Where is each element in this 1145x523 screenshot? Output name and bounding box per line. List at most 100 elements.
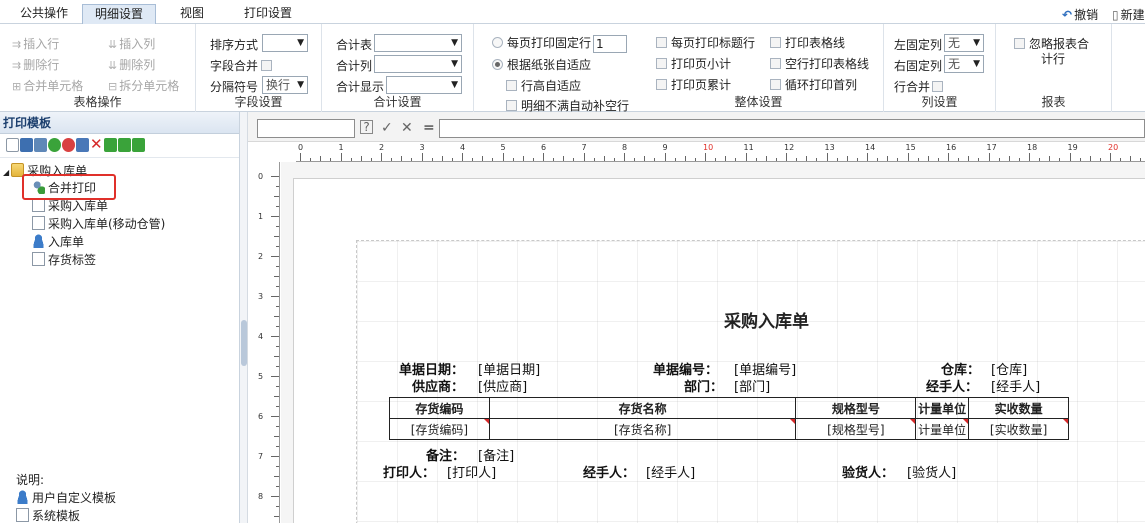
table-cell[interactable]: [实收数量] [968,418,1069,440]
apply-icon[interactable] [132,138,145,152]
detail-table: 存货编码 存货名称 规格型号 计量单位 实收数量 [存货编码] [存货名称] [… [389,397,1069,440]
table-cell[interactable]: [规格型号] [795,418,917,440]
cell-reference-input[interactable] [257,119,355,138]
ruler-mark: 2 [379,143,385,152]
legend-user-template: 用户自定义模板 [16,489,116,507]
confirm-icon[interactable]: ✓ [381,120,393,136]
ruler-mark: 17 [986,143,997,152]
header-cell[interactable]: 实收数量 [968,397,1069,419]
supplier-label[interactable]: 供应商： [412,376,464,395]
checkbox-icon [770,37,781,48]
tree-item-purchase-receipt-mobile[interactable]: 采购入库单(移动仓管) [32,215,165,233]
right-fixed-label: 右固定列 [894,59,943,73]
header-cell[interactable]: 存货编码 [389,397,490,419]
fixed-rows-radio[interactable]: 每页打印固定行 1 [492,34,628,53]
dept-field[interactable]: [部门] [734,376,770,395]
delete-row-button[interactable]: ⇉ 删除行 [12,56,59,73]
loop-first-col-checkbox[interactable]: 循环打印首列 [770,76,857,93]
header-cell[interactable]: 计量单位 [915,397,970,419]
group-title: 列设置 [921,95,958,109]
ruler-mark: 12 [784,143,795,152]
empty-grid-checkbox[interactable]: 空行打印表格线 [770,55,869,72]
move-up-icon[interactable] [104,138,117,152]
help-icon[interactable]: ? [360,120,373,134]
total-table-select[interactable]: ▼ [374,34,462,52]
checkbox-icon [1014,38,1025,49]
insert-col-button[interactable]: ⇊ 插入列 [108,35,155,52]
handler-field[interactable]: [经手人] [991,376,1040,395]
printer-field[interactable]: [打印人] [447,462,496,481]
copy-icon[interactable] [34,138,47,152]
handler2-label[interactable]: 经手人： [583,462,635,481]
auto-fit-radio[interactable]: 根据纸张自适应 [492,56,591,73]
checkbox-icon [261,60,273,71]
supplier-field[interactable]: [供应商] [478,376,527,395]
inspector-label[interactable]: 验货人： [842,462,894,481]
insert-row-icon: ⇉ [12,38,22,51]
total-col-select[interactable]: ▼ [374,55,462,73]
splitter-handle[interactable] [241,320,247,366]
row-height-fit-checkbox[interactable]: 行高自适应 [506,77,581,94]
field-merge-checkbox[interactable]: 字段合并 [210,57,276,74]
header-cell[interactable]: 存货名称 [488,397,797,419]
ruler-mark: 7 [581,143,587,152]
table-cell[interactable]: [存货名称] [488,418,797,440]
tab-detail-settings[interactable]: 明细设置 [82,4,157,24]
ruler-mark: 7 [258,452,264,461]
table-cell[interactable]: [存货编码] [389,418,490,440]
document-title[interactable]: 采购入库单 [724,307,809,332]
page-cumulative-checkbox[interactable]: 打印页累计 [656,76,731,93]
checkbox-icon [656,58,667,69]
left-fixed-select[interactable]: 无 ▼ [944,34,984,52]
merge-cells-icon: ⊞ [12,80,22,93]
insert-row-button[interactable]: ⇉ 插入行 [12,35,59,52]
expand-icon[interactable]: ◢ [3,168,9,177]
table-header-row: 存货编码 存货名称 规格型号 计量单位 实收数量 [389,397,1069,419]
delete-icon[interactable]: ✕ [90,137,103,152]
comment-marker-icon [910,419,915,424]
undo-button[interactable]: ↶ 撤销 [1062,6,1098,23]
print-grid-checkbox[interactable]: 打印表格线 [770,34,845,51]
sort-select[interactable]: ▼ [262,34,308,52]
delete-col-icon: ⇊ [108,59,118,72]
cancel-icon[interactable]: ✕ [401,120,413,136]
page-subtotal-checkbox[interactable]: 打印页小计 [656,55,731,72]
new-template-icon[interactable] [6,138,19,152]
tab-common-ops[interactable]: 公共操作 [8,4,80,24]
edit-icon[interactable] [76,138,89,152]
panel-splitter[interactable] [240,112,248,523]
print-title-checkbox[interactable]: 每页打印标题行 [656,34,755,51]
import-icon[interactable] [48,138,61,152]
formula-input[interactable] [439,119,1145,138]
header-cell[interactable]: 规格型号 [795,397,917,419]
design-canvas[interactable]: 采购入库单 单据日期： [单据日期] 单据编号： [单据编号] 仓库： [仓库]… [281,162,1145,523]
split-cells-button[interactable]: ⊟ 拆分单元格 [108,77,179,94]
delete-col-button[interactable]: ⇊ 删除列 [108,56,155,73]
panel-title: 打印模板 [0,112,239,134]
inspector-field[interactable]: [验货人] [907,462,956,481]
dept-label[interactable]: 部门： [684,376,723,395]
export-icon[interactable] [62,138,75,152]
tab-view[interactable]: 视图 [168,4,216,24]
fixed-rows-input[interactable]: 1 [593,34,628,53]
move-down-icon[interactable] [118,138,131,152]
tree-item-stock-label[interactable]: 存货标签 [32,251,96,269]
save-icon[interactable] [20,138,33,152]
right-fixed-select[interactable]: 无 ▼ [944,55,984,73]
handler-label[interactable]: 经手人： [926,376,978,395]
new-button[interactable]: ▯ 新建 [1112,6,1145,23]
ruler-mark: 8 [622,143,628,152]
table-cell[interactable]: 计量单位 [915,418,970,440]
tab-print-settings[interactable]: 打印设置 [232,4,304,24]
menu-bar: 公共操作 明细设置 视图 打印设置 ↶ 撤销 ▯ 新建 [0,0,1145,24]
handler2-field[interactable]: [经手人] [646,462,695,481]
user-icon [32,234,45,248]
printer-label[interactable]: 打印人： [383,462,435,481]
legend-title: 说明: [16,473,45,487]
formula-bar: ? ✓ ✕ = [248,112,1145,142]
tree-item-receipt[interactable]: 入库单 [32,233,84,251]
separator-select[interactable]: 换行 ▼ [262,76,308,94]
total-show-select[interactable]: ▼ [386,76,462,94]
ruler-mark: 13 [824,143,835,152]
merge-cells-button[interactable]: ⊞ 合并单元格 [12,77,83,94]
